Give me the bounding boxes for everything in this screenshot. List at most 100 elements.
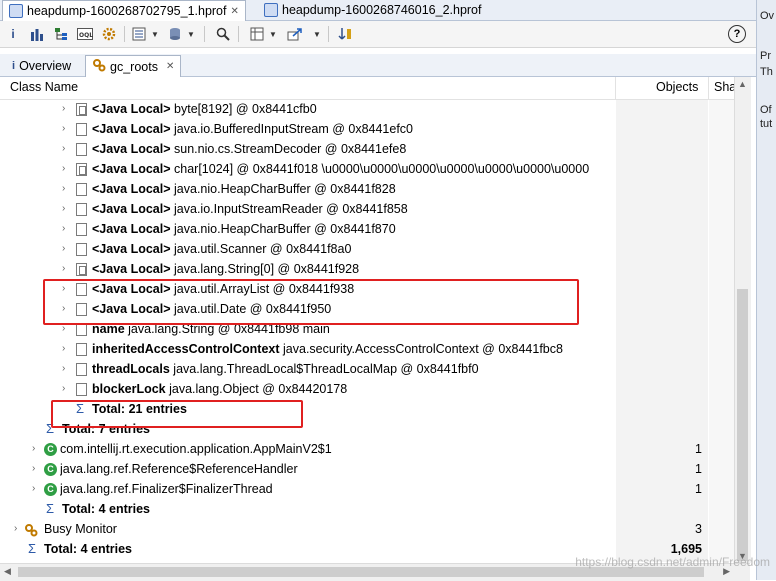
expand-icon[interactable]: › (62, 223, 72, 234)
calculator-icon[interactable] (248, 25, 266, 43)
row-label-text: java.nio.HeapCharBuffer @ 0x8441f828 (174, 182, 396, 196)
expand-icon[interactable]: › (32, 483, 42, 494)
chevron-down-icon[interactable]: ▼ (312, 25, 322, 43)
expand-icon[interactable]: › (14, 523, 24, 534)
table-row[interactable]: › <Java Local> java.nio.HeapCharBuffer @ … (0, 220, 734, 240)
expand-icon[interactable]: › (62, 343, 72, 354)
row-label-bold: blockerLock (92, 382, 166, 396)
column-header-objects[interactable]: Objects (656, 80, 698, 94)
row-label-text: com.intellij.rt.execution.application.Ap… (60, 442, 332, 456)
row-label-bold: <Java Local> (92, 222, 171, 236)
expand-icon[interactable]: › (32, 463, 42, 474)
close-icon[interactable]: ✕ (166, 61, 174, 72)
table-row[interactable]: › Cjava.lang.ref.Finalizer$FinalizerThrea… (0, 480, 734, 500)
row-label-bold: <Java Local> (92, 202, 171, 216)
expand-icon[interactable]: › (62, 243, 72, 254)
chevron-down-icon[interactable]: ▼ (186, 25, 196, 43)
table-row[interactable]: › Cjava.lang.ref.Reference$ReferenceHandl… (0, 460, 734, 480)
object-icon (76, 223, 87, 236)
table-row[interactable]: › blockerLock java.lang.Object @ 0x844201… (0, 380, 734, 400)
export-icon[interactable] (286, 25, 304, 43)
row-label: threadLocals java.lang.ThreadLocal$Threa… (92, 362, 479, 376)
gc-roots-icon (92, 58, 106, 75)
tab-gc-roots[interactable]: gc_roots ✕ (85, 55, 182, 77)
table-row[interactable]: › <Java Local> java.util.Scanner @ 0x8441… (0, 240, 734, 260)
highlight-box (51, 400, 303, 428)
side-panel-text: Pr (760, 50, 771, 62)
editor-tab-heapdump-2[interactable]: heapdump-1600268746016_2.hprof (258, 0, 487, 20)
column-header-class-name[interactable]: Class Name (10, 80, 78, 94)
row-label-text: java.util.Scanner @ 0x8441f8a0 (174, 242, 352, 256)
dominator-tree-icon[interactable] (52, 25, 70, 43)
row-label: java.lang.ref.Reference$ReferenceHandler (60, 462, 298, 476)
side-panel: Ov Pr Th Of tut (756, 0, 776, 580)
scrollbar-thumb[interactable] (737, 289, 748, 561)
row-label: inheritedAccessControlContext java.secur… (92, 342, 563, 356)
histogram-icon[interactable] (28, 25, 46, 43)
close-icon[interactable]: ✕ (230, 6, 238, 17)
search-icon[interactable] (214, 25, 232, 43)
table-row[interactable]: › Ccom.intellij.rt.execution.application.… (0, 440, 734, 460)
tab-label: Overview (19, 58, 72, 73)
expand-icon[interactable]: › (62, 183, 72, 194)
expand-icon[interactable]: › (62, 363, 72, 374)
expand-icon[interactable]: › (62, 103, 72, 114)
expand-icon[interactable]: › (62, 203, 72, 214)
expand-icon[interactable]: › (62, 163, 72, 174)
info-icon[interactable]: i (4, 25, 22, 43)
expand-icon[interactable]: › (62, 383, 72, 394)
table-row[interactable]: › <Java Local> java.nio.HeapCharBuffer @ … (0, 180, 734, 200)
row-label-bold: Total: 4 entries (62, 502, 150, 516)
table-row[interactable]: › threadLocals java.lang.ThreadLocal$Thre… (0, 360, 734, 380)
row-label-text: byte[8192] @ 0x8441cfb0 (174, 102, 317, 116)
table-row[interactable]: › <Java Local> byte[8192] @ 0x8441cfb0 (0, 100, 734, 120)
expand-icon[interactable]: › (62, 123, 72, 134)
row-label: <Java Local> sun.nio.cs.StreamDecoder @ … (92, 142, 406, 156)
expand-icon[interactable]: › (32, 443, 42, 454)
row-label-text: java.lang.ThreadLocal$ThreadLocalMap @ 0… (173, 362, 479, 376)
total-row[interactable]: Σ Total: 4 entries (0, 500, 734, 520)
tab-overview[interactable]: i Overview (6, 55, 77, 76)
row-label-bold: <Java Local> (92, 242, 171, 256)
database-icon[interactable] (166, 25, 184, 43)
help-icon[interactable]: ? (728, 25, 746, 43)
table-row[interactable]: › <Java Local> java.io.BufferedInputStrea… (0, 120, 734, 140)
scroll-left-icon[interactable]: ◀ (4, 566, 11, 577)
objects-count: 1,695 (670, 542, 702, 556)
vertical-scrollbar[interactable]: ▲ ▼ (734, 77, 751, 563)
table-row[interactable]: › <Java Local> char[1024] @ 0x8441f018 \u… (0, 160, 734, 180)
row-label-bold: <Java Local> (92, 182, 171, 196)
side-panel-text: Th (760, 66, 773, 78)
sigma-icon: Σ (28, 541, 37, 556)
object-icon (76, 263, 87, 276)
table-row[interactable]: › inheritedAccessControlContext java.secu… (0, 340, 734, 360)
column-divider[interactable] (708, 77, 709, 99)
svg-text:OQL: OQL (79, 32, 93, 39)
row-label-text: sun.nio.cs.StreamDecoder @ 0x8441efe8 (174, 142, 407, 156)
object-icon (76, 163, 87, 176)
editor-tab-heapdump-1[interactable]: heapdump-1600268702795_1.hprof ✕ (2, 0, 246, 21)
column-header-shallow[interactable]: Sha (714, 80, 736, 94)
column-divider[interactable] (615, 77, 616, 99)
row-label-text: Busy Monitor (44, 522, 117, 536)
table-row[interactable]: › Busy Monitor 3 (0, 520, 734, 540)
gear-icon[interactable] (100, 25, 118, 43)
query-browser-icon[interactable] (130, 25, 148, 43)
view-tab-bar: i Overview gc_roots ✕ (0, 54, 756, 77)
group-by-icon[interactable] (336, 25, 354, 43)
table-row[interactable]: › <Java Local> java.lang.String[0] @ 0x84… (0, 260, 734, 280)
oql-icon[interactable]: OQL (76, 25, 94, 43)
toolbar-separator (204, 26, 205, 42)
side-panel-text: Ov (760, 10, 775, 22)
chevron-down-icon[interactable]: ▼ (268, 25, 278, 43)
row-label: <Java Local> java.io.BufferedInputStream… (92, 122, 413, 136)
table-row[interactable]: › <Java Local> sun.nio.cs.StreamDecoder @… (0, 140, 734, 160)
expand-icon[interactable]: › (62, 143, 72, 154)
chevron-down-icon[interactable]: ▼ (150, 25, 160, 43)
row-label: Total: 4 entries (44, 542, 132, 556)
row-label-bold: <Java Local> (92, 162, 171, 176)
row-label-bold: Total: 4 entries (44, 542, 132, 556)
table-row[interactable]: › <Java Local> java.io.InputStreamReader … (0, 200, 734, 220)
scroll-up-icon[interactable]: ▲ (738, 79, 747, 89)
expand-icon[interactable]: › (62, 263, 72, 274)
